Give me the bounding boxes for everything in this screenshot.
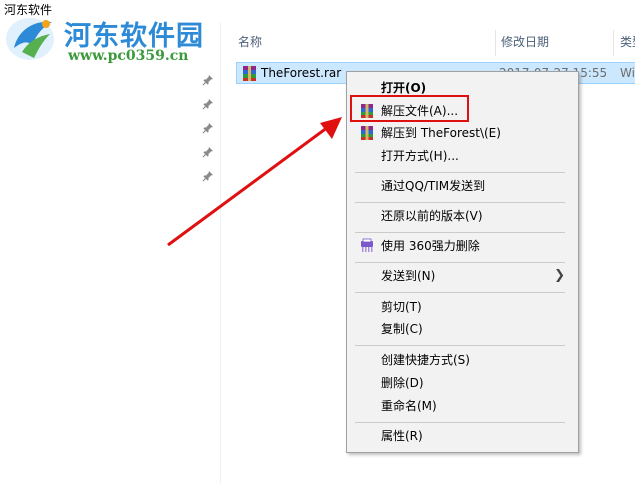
menu-item-360-delete[interactable]: 使用 360强力删除 (349, 235, 577, 257)
pin-icon[interactable] (202, 74, 214, 86)
context-menu: 打开(O) 解压文件(A)... 解压到 TheForest\(E) 打开方式(… (346, 71, 579, 453)
menu-item-send-to[interactable]: 发送到(N) ❯ (349, 265, 577, 287)
chevron-right-icon: ❯ (554, 268, 565, 283)
menu-item-properties[interactable]: 属性(R) (349, 425, 577, 447)
column-header-name[interactable]: 名称 (222, 30, 495, 56)
menu-item-open-with[interactable]: 打开方式(H)... (349, 145, 577, 167)
menu-item-send-qq[interactable]: 通过QQ/TIM发送到 (349, 175, 577, 197)
winrar-icon (361, 126, 373, 140)
menu-item-cut[interactable]: 剪切(T) (349, 296, 577, 318)
menu-item-rename[interactable]: 重命名(M) (349, 395, 577, 417)
explorer-window: 河东软件 河东软件园 www.pc0359.cn 名称 修改日期 类型 (0, 0, 635, 483)
winrar-archive-icon (243, 66, 256, 81)
file-name: TheForest.rar (261, 66, 342, 80)
menu-separator (355, 422, 565, 423)
menu-separator (355, 202, 565, 203)
360-shredder-icon (361, 238, 373, 252)
column-header-date[interactable]: 修改日期 (495, 30, 613, 56)
red-pointer-arrow (167, 117, 342, 247)
menu-separator (355, 292, 565, 293)
menu-separator (355, 262, 565, 263)
menu-separator (355, 232, 565, 233)
menu-item-copy[interactable]: 复制(C) (349, 318, 577, 340)
menu-item-create-shortcut[interactable]: 创建快捷方式(S) (349, 349, 577, 371)
menu-separator (355, 345, 565, 346)
column-header-type[interactable]: 类型 (613, 30, 635, 56)
file-type: Wi (620, 66, 635, 80)
menu-item-restore-versions[interactable]: 还原以前的版本(V) (349, 205, 577, 227)
menu-item-extract-to[interactable]: 解压到 TheForest\(E) (349, 122, 577, 144)
menu-item-delete[interactable]: 删除(D) (349, 372, 577, 394)
highlight-box (350, 95, 469, 122)
menu-separator (355, 172, 565, 173)
